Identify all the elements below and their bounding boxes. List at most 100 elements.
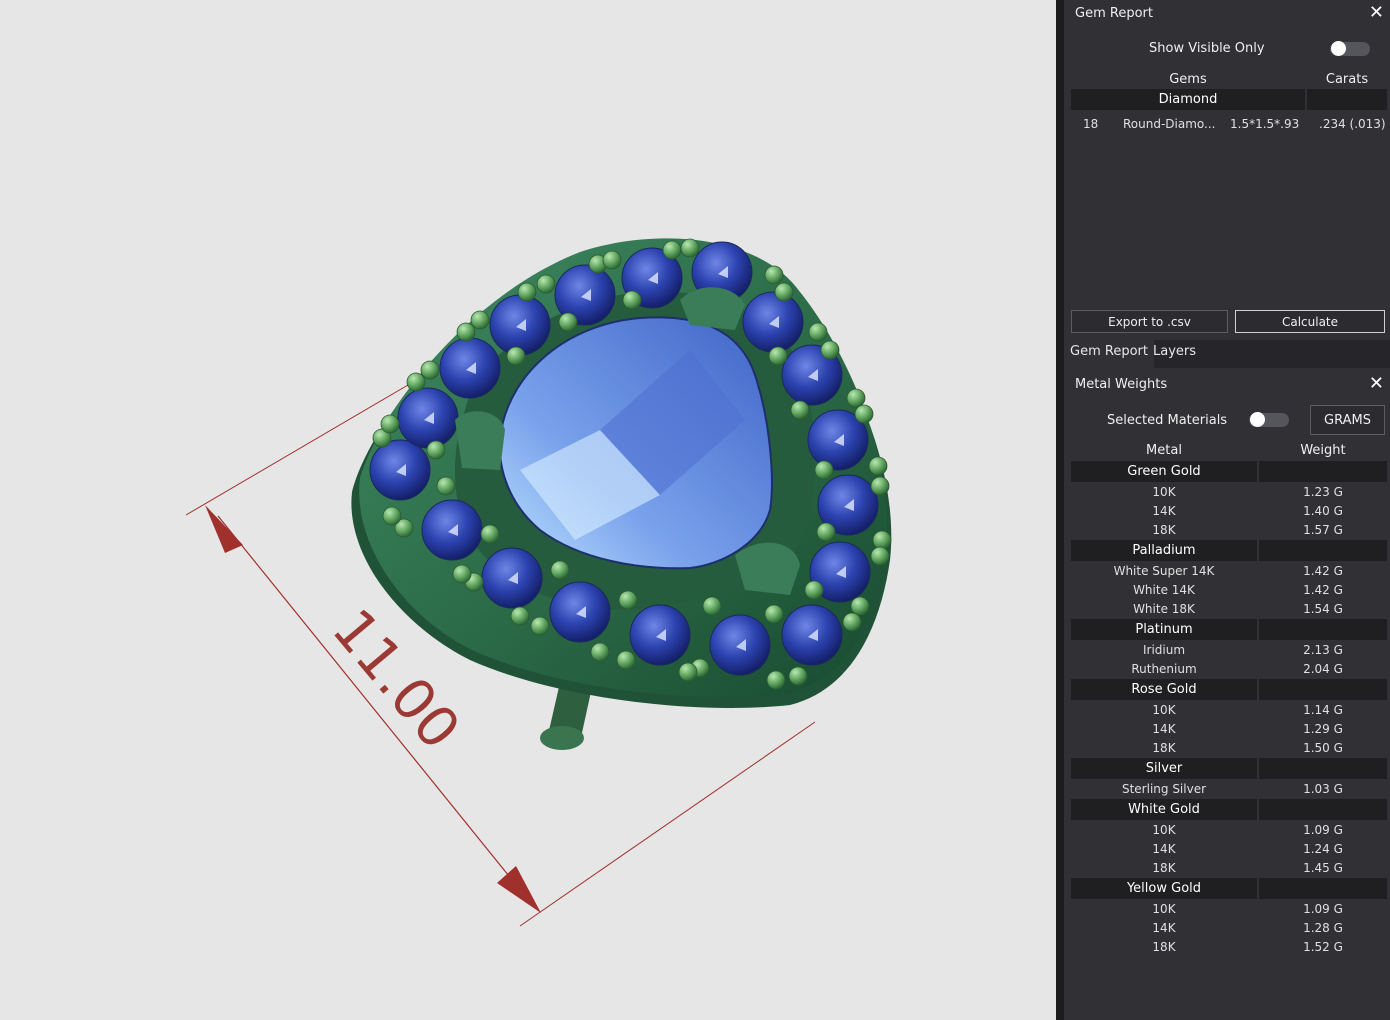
metal-name: Ruthenium (1131, 662, 1197, 676)
metal-row[interactable]: 10K 1.09 G (1071, 900, 1387, 919)
prong-bead (850, 596, 870, 616)
metal-name: Iridium (1142, 643, 1186, 657)
prong-bead (808, 322, 828, 342)
prong-bead (854, 404, 874, 424)
selected-materials-toggle[interactable] (1249, 412, 1289, 427)
gem-carats: .234 (.013) (1319, 117, 1386, 131)
metal-weight: 2.04 G (1303, 662, 1343, 676)
arrow-head-bottom (497, 866, 541, 913)
gem-group-row: Diamond (1071, 89, 1387, 110)
metal-row[interactable]: 10K 1.09 G (1071, 821, 1387, 840)
metal-row[interactable]: 14K 1.24 G (1071, 840, 1387, 859)
prong-bead (426, 440, 446, 460)
metal-weight: 1.40 G (1303, 504, 1343, 518)
metal-weight: 1.50 G (1303, 741, 1343, 755)
metal-group-row: Yellow Gold (1071, 878, 1387, 899)
metal-row[interactable]: Iridium 2.13 G (1071, 641, 1387, 660)
prong-bead (470, 310, 490, 330)
gem-report-title: Gem Report (1075, 6, 1153, 21)
selected-materials-label: Selected Materials (1107, 413, 1228, 428)
show-visible-only-toggle[interactable] (1330, 41, 1370, 56)
prong-bead (558, 312, 578, 332)
metal-row[interactable]: 10K 1.14 G (1071, 701, 1387, 720)
metal-group-name: Silver (1071, 758, 1257, 779)
tab-gem-report[interactable]: Gem Report (1064, 340, 1154, 368)
metal-row[interactable]: Ruthenium 2.04 G (1071, 660, 1387, 679)
metal-weight: 1.14 G (1303, 703, 1343, 717)
prong-bead (530, 616, 550, 636)
metal-row[interactable]: 14K 1.28 G (1071, 919, 1387, 938)
prong-bead (870, 476, 890, 496)
viewport-canvas[interactable]: 11.00 (0, 0, 1056, 1020)
tab-layers[interactable]: Layers (1147, 340, 1202, 368)
metal-name: 18K (1152, 940, 1176, 954)
side-panel: Gem Report ✕ Show Visible Only Gems Cara… (1064, 0, 1390, 1020)
metal-weight: 1.09 G (1303, 902, 1343, 916)
metal-row[interactable]: 18K 1.45 G (1071, 859, 1387, 878)
prong-bead (406, 372, 426, 392)
metal-row[interactable]: White Super 14K 1.42 G (1071, 562, 1387, 581)
prong-bead (382, 506, 402, 526)
metal-row[interactable]: 10K 1.23 G (1071, 483, 1387, 502)
calculate-button[interactable]: Calculate (1235, 310, 1385, 333)
metal-name: 10K (1152, 902, 1176, 916)
metal-group-name: White Gold (1071, 799, 1257, 820)
prong-bead (622, 290, 642, 310)
metal-row[interactable]: 18K 1.52 G (1071, 938, 1387, 957)
metal-row[interactable]: 14K 1.40 G (1071, 502, 1387, 521)
prong-bead (452, 564, 472, 584)
prong-bead (804, 580, 824, 600)
close-icon[interactable]: ✕ (1369, 373, 1384, 394)
prong-bead (618, 590, 638, 610)
prong-bead (680, 238, 700, 258)
metal-row[interactable]: 14K 1.29 G (1071, 720, 1387, 739)
metal-name: White 14K (1133, 583, 1195, 597)
gem-name: Round-Diamo... (1123, 117, 1216, 131)
prong-bead (846, 388, 866, 408)
prong-bead (816, 522, 836, 542)
prong-bead (602, 250, 622, 270)
prong-bead (768, 346, 788, 366)
metal-row[interactable]: Sterling Silver 1.03 G (1071, 780, 1387, 799)
metal-row[interactable]: 18K 1.57 G (1071, 521, 1387, 540)
metal-group-row: Green Gold (1071, 461, 1387, 482)
metal-group-name: Palladium (1071, 540, 1257, 561)
metal-row[interactable]: 18K 1.50 G (1071, 739, 1387, 758)
metal-name: 10K (1152, 703, 1176, 717)
metal-name: 18K (1152, 861, 1176, 875)
prong-bead (506, 346, 526, 366)
metal-weight: 1.28 G (1303, 921, 1343, 935)
arrow-head-top (205, 505, 243, 553)
grams-unit-button[interactable]: GRAMS (1310, 405, 1385, 435)
prong-bead (820, 340, 840, 360)
prong-bead (870, 546, 890, 566)
metal-name: 14K (1152, 504, 1176, 518)
export-csv-button[interactable]: Export to .csv (1071, 310, 1228, 333)
metal-weight: 1.23 G (1303, 485, 1343, 499)
prong (735, 542, 800, 595)
metal-name: 14K (1152, 842, 1176, 856)
metal-name: 14K (1152, 921, 1176, 935)
metal-weight: 1.52 G (1303, 940, 1343, 954)
prong-bead (764, 265, 784, 285)
prong-bead (702, 596, 722, 616)
metal-group-name: Rose Gold (1071, 679, 1257, 700)
prong (455, 411, 505, 470)
3d-viewport[interactable]: 11.00 (0, 0, 1056, 1020)
earring-model (351, 238, 892, 709)
extension-line-bottom (519, 721, 816, 927)
gem-count: 18 (1083, 117, 1099, 131)
prong-bead (774, 282, 794, 302)
prong-bead (536, 274, 556, 294)
prong-bead (480, 524, 500, 544)
metal-weight: 1.45 G (1303, 861, 1343, 875)
gem-row[interactable]: 18 Round-Diamo... 1.5*1.5*.93 .234 (.013… (1071, 115, 1387, 134)
prong-bead (678, 662, 698, 682)
metal-row[interactable]: White 18K 1.54 G (1071, 600, 1387, 619)
panel-divider[interactable] (1056, 0, 1064, 1020)
metal-name: Sterling Silver (1121, 782, 1207, 796)
metal-row[interactable]: White 14K 1.42 G (1071, 581, 1387, 600)
metal-group-row: Rose Gold (1071, 679, 1387, 700)
prong-bead (380, 414, 400, 434)
close-icon[interactable]: ✕ (1369, 2, 1384, 23)
